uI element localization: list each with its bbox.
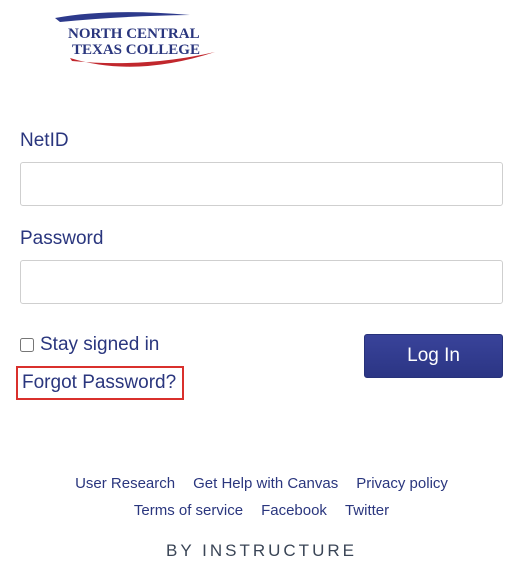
- footer-link-terms[interactable]: Terms of service: [134, 502, 243, 519]
- svg-text:NORTH CENTRAL: NORTH CENTRAL: [68, 26, 200, 42]
- footer-link-twitter[interactable]: Twitter: [345, 502, 389, 519]
- netid-label: NetID: [20, 130, 503, 152]
- stay-signed-checkbox[interactable]: [20, 338, 34, 352]
- by-instructure-text: BY INSTRUCTURE: [20, 541, 503, 561]
- netid-input[interactable]: [20, 162, 503, 206]
- password-input[interactable]: [20, 260, 503, 304]
- footer-link-get-help[interactable]: Get Help with Canvas: [193, 475, 338, 492]
- forgot-password-link[interactable]: Forgot Password?: [16, 366, 184, 400]
- svg-text:TEXAS COLLEGE: TEXAS COLLEGE: [72, 42, 200, 58]
- footer-link-facebook[interactable]: Facebook: [261, 502, 327, 519]
- login-button[interactable]: Log In: [364, 334, 503, 378]
- footer-link-user-research[interactable]: User Research: [75, 475, 175, 492]
- footer-link-privacy[interactable]: Privacy policy: [356, 475, 448, 492]
- stay-signed-label: Stay signed in: [40, 334, 159, 356]
- college-logo: NORTH CENTRAL TEXAS COLLEGE: [20, 10, 503, 80]
- password-label: Password: [20, 228, 503, 250]
